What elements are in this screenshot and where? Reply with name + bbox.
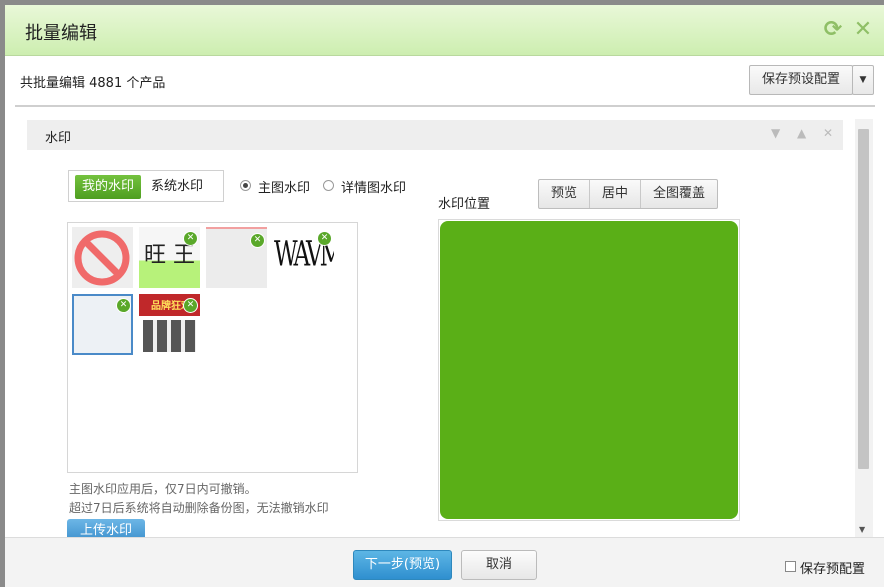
position-button-group: 预览 居中 全图覆盖	[538, 179, 719, 209]
save-preset-label: 保存预设配置	[761, 72, 840, 87]
watermark-thumb-promo[interactable]: 品牌狂欢 ✕	[139, 294, 200, 355]
delete-icon[interactable]: ✕	[183, 298, 198, 313]
dialog-title: 批量编辑	[25, 23, 97, 44]
refresh-icon[interactable]: ⟳	[822, 19, 844, 41]
save-preset-checkbox[interactable]	[785, 561, 796, 572]
collapse-up-icon[interactable]: ▲	[797, 126, 806, 140]
collapse-down-icon[interactable]: ▼	[771, 126, 780, 140]
watermark-thumb-frame[interactable]: ✕	[72, 294, 133, 355]
delete-icon[interactable]: ✕	[183, 231, 198, 246]
dialog-titlebar: 批量编辑 ⟳ ✕	[5, 5, 884, 56]
cancel-button[interactable]: 取消	[461, 550, 537, 580]
hint-undo-period: 主图水印应用后，仅7日内可撤销。	[69, 482, 257, 496]
watermark-thumb-text[interactable]: 旺 王 ✕	[139, 227, 200, 288]
panel-title: 水印	[45, 131, 72, 146]
panel-close-icon[interactable]: ✕	[823, 126, 833, 140]
watermark-tabs: 我的水印 系统水印	[68, 170, 224, 202]
watermark-thumb-blank[interactable]: ✕	[206, 227, 267, 288]
caret-down-icon[interactable]: ▼	[852, 65, 874, 95]
product-count-summary: 共批量编辑 4881 个产品	[20, 76, 166, 91]
watermark-thumb-prohibited[interactable]	[72, 227, 133, 288]
dialog-footer: 下一步(预览) 取消 保存预配置	[5, 537, 884, 587]
save-preset-checkbox-label: 保存预配置	[800, 562, 866, 577]
content-scroll-area: 水印 ▼ ▲ ✕ 我的水印 系统水印 主图水印 详情图水印 旺 王 ✕ ✕ WA…	[15, 105, 875, 539]
next-preview-button[interactable]: 下一步(预览)	[353, 550, 452, 580]
center-button[interactable]: 居中	[590, 180, 642, 208]
preview-canvas[interactable]	[440, 221, 738, 519]
detail-image-radio-label: 详情图水印	[341, 181, 407, 196]
preview-button[interactable]: 预览	[539, 180, 591, 208]
tab-my-watermark[interactable]: 我的水印	[75, 175, 141, 199]
vertical-scrollbar[interactable]: ▼	[855, 119, 873, 539]
watermark-position-preview[interactable]	[438, 219, 740, 521]
batch-edit-dialog: 批量编辑 ⟳ ✕ 共批量编辑 4881 个产品 保存预设配置 ▼ 水印 ▼ ▲ …	[5, 5, 884, 587]
watermark-gallery: 旺 王 ✕ ✕ WAVMIT ✕ ✕ 品牌狂欢 ✕	[67, 222, 358, 473]
delete-icon[interactable]: ✕	[116, 298, 131, 313]
hint-backup-removal: 超过7日后系统将自动删除备份图，无法撤销水印	[69, 501, 329, 515]
watermark-thumb-wavmit[interactable]: WAVMIT ✕	[273, 227, 334, 288]
detail-image-radio[interactable]	[323, 180, 334, 191]
watermark-position-label: 水印位置	[438, 197, 491, 212]
close-icon[interactable]: ✕	[852, 19, 874, 41]
main-image-radio[interactable]	[240, 180, 251, 191]
upload-watermark-button[interactable]: 上传水印	[67, 519, 145, 539]
main-image-radio-label: 主图水印	[258, 181, 311, 196]
full-cover-button[interactable]: 全图覆盖	[641, 180, 717, 208]
prohibited-sign-icon	[74, 230, 130, 286]
delete-icon[interactable]: ✕	[250, 233, 265, 248]
scrollbar-thumb[interactable]	[858, 129, 869, 469]
save-preset-button[interactable]: 保存预设配置	[749, 65, 853, 95]
delete-icon[interactable]: ✕	[317, 231, 332, 246]
tab-system-watermark[interactable]: 系统水印	[151, 175, 203, 199]
watermark-panel-header: 水印 ▼ ▲ ✕	[27, 120, 843, 150]
scroll-down-icon[interactable]: ▼	[859, 525, 865, 534]
